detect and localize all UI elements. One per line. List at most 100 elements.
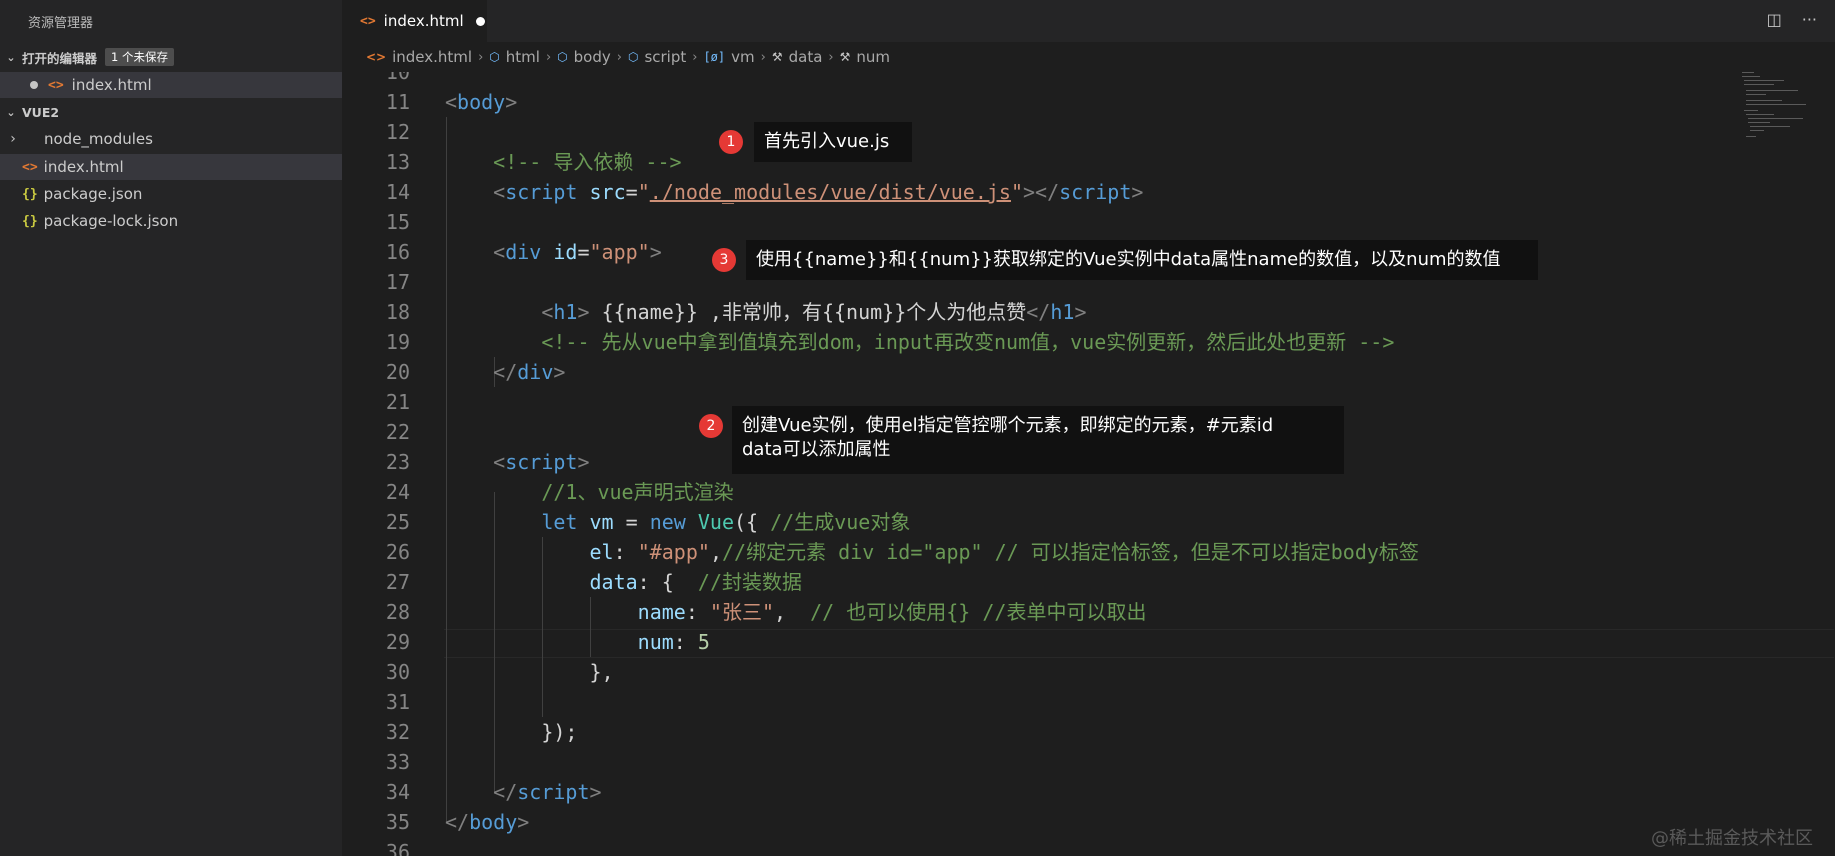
code-token: " <box>637 180 650 204</box>
code-line: }, <box>445 657 614 687</box>
code-token: }); <box>445 720 578 744</box>
code-line: <!-- 先从vue中拿到值填充到dom，input再改变num值，vue实例更… <box>445 327 1394 357</box>
tab-index-html[interactable]: <> index.html <box>342 0 487 42</box>
code-line: <h1> {{name}} ,非常帅，有{{num}}个人为他点赞</h1> <box>445 297 1086 327</box>
code-token: script <box>517 780 590 804</box>
code-token: h1 <box>553 300 578 324</box>
code-token: < <box>493 240 506 264</box>
tree-item-package-json[interactable]: {} package.json <box>0 181 342 207</box>
watermark: @稀土掘金技术社区 <box>1651 828 1813 849</box>
code-line: let vm = new Vue({ //生成vue对象 <box>445 507 910 537</box>
html-file-icon: <> <box>360 13 376 29</box>
code-token: > <box>589 780 602 804</box>
breadcrumb-item[interactable]: body <box>574 48 611 66</box>
breadcrumb-item[interactable]: script <box>644 48 686 66</box>
line-number: 25 <box>385 510 410 534</box>
code-token: el <box>589 540 614 564</box>
code-token: div <box>517 360 554 384</box>
project-label: VUE2 <box>22 104 60 120</box>
code-token: > <box>1131 180 1144 204</box>
code-token: body <box>469 810 518 834</box>
code-line: <body> <box>445 87 517 117</box>
line-number: 27 <box>385 570 410 594</box>
element-icon: ⬡ <box>627 50 639 64</box>
chevron-down-icon: ⌄ <box>6 105 16 119</box>
line-number: 32 <box>385 720 410 744</box>
open-editors-label: 打开的编辑器 <box>22 50 98 66</box>
line-number: 12 <box>385 120 410 144</box>
tree-item-index-html[interactable]: <> index.html <box>0 154 342 180</box>
line-number: 29 <box>385 630 410 654</box>
breadcrumb-item[interactable]: html <box>506 48 540 66</box>
annotation-note-1: 首先引入vue.js <box>754 122 912 162</box>
annotation-note-2: 创建Vue实例，使用el指定管控哪个元素，即绑定的元素，#元素id data可以… <box>732 406 1344 474</box>
unsaved-dot-icon[interactable] <box>475 16 485 26</box>
code-line: data: { //封装数据 <box>445 567 803 597</box>
code-line: <script> <box>445 447 589 477</box>
line-number: 34 <box>385 780 410 804</box>
line-number: 36 <box>385 840 410 856</box>
code-token: < <box>541 300 554 324</box>
tree-item-label: index.html <box>43 158 124 176</box>
tree-item-package-lock-json[interactable]: {} package-lock.json <box>0 208 342 234</box>
code-token: script <box>505 180 578 204</box>
code-token: { <box>661 570 674 594</box>
minimap[interactable] <box>1740 70 1810 150</box>
line-number: 22 <box>385 420 410 444</box>
line-number: 18 <box>385 300 410 324</box>
code-token: h1 <box>1050 300 1075 324</box>
annotation-number-2: 2 <box>699 414 723 438</box>
code-token: src <box>577 180 626 204</box>
explorer-sidebar: 资源管理器 ⌄ 打开的编辑器 1 个未保存 <> index.html ⌄ VU… <box>0 0 342 856</box>
code-token: "张三" <box>709 600 775 624</box>
html-file-icon: <> <box>48 77 64 93</box>
code-line: </script> <box>445 777 602 807</box>
breadcrumb-item[interactable]: vm <box>731 48 755 66</box>
tree-item-label: node_modules <box>44 130 153 148</box>
element-icon: ⬡ <box>489 50 500 64</box>
code-token: vm <box>577 510 626 534</box>
annotation-number-3: 3 <box>712 248 736 272</box>
code-token: Vue <box>697 510 735 534</box>
code-token: < <box>445 90 458 114</box>
chevron-right-icon: › <box>760 49 766 65</box>
code-token: : <box>637 570 662 594</box>
chevron-right-icon: › <box>616 49 622 65</box>
code-token: > <box>505 90 518 114</box>
line-number: 33 <box>385 750 410 774</box>
more-actions-icon[interactable]: ··· <box>1802 10 1817 29</box>
breadcrumb-item[interactable]: index.html <box>392 48 472 66</box>
code-token: < <box>493 450 506 474</box>
tree-item-node-modules[interactable]: › node_modules <box>0 126 342 152</box>
line-number: 13 <box>385 150 410 174</box>
code-token: > <box>553 360 566 384</box>
line-number: 15 <box>385 210 410 234</box>
unsaved-badge: 1 个未保存 <box>105 48 174 66</box>
code-token: : <box>613 540 638 564</box>
breadcrumb-item[interactable]: num <box>856 48 890 66</box>
code-token: "app" <box>589 240 650 264</box>
code-token: </ <box>493 780 518 804</box>
open-editors-section[interactable]: ⌄ 打开的编辑器 1 个未保存 <box>0 45 342 69</box>
code-token: let <box>541 510 578 534</box>
code-token: body <box>457 90 506 114</box>
wrench-icon: ⚒ <box>771 50 783 64</box>
split-editor-icon[interactable]: ◫ <box>1767 10 1782 29</box>
line-number: 23 <box>385 450 410 474</box>
unsaved-dot-icon[interactable] <box>30 81 38 89</box>
element-icon: ⬡ <box>557 50 568 64</box>
open-editor-item-index-html[interactable]: <> index.html <box>0 72 342 98</box>
breadcrumb-item[interactable]: data <box>789 48 823 66</box>
project-section-vue2[interactable]: ⌄ VUE2 <box>0 100 342 124</box>
line-number: 19 <box>385 330 410 354</box>
line-number: 30 <box>385 660 410 684</box>
code-token: id <box>541 240 578 264</box>
